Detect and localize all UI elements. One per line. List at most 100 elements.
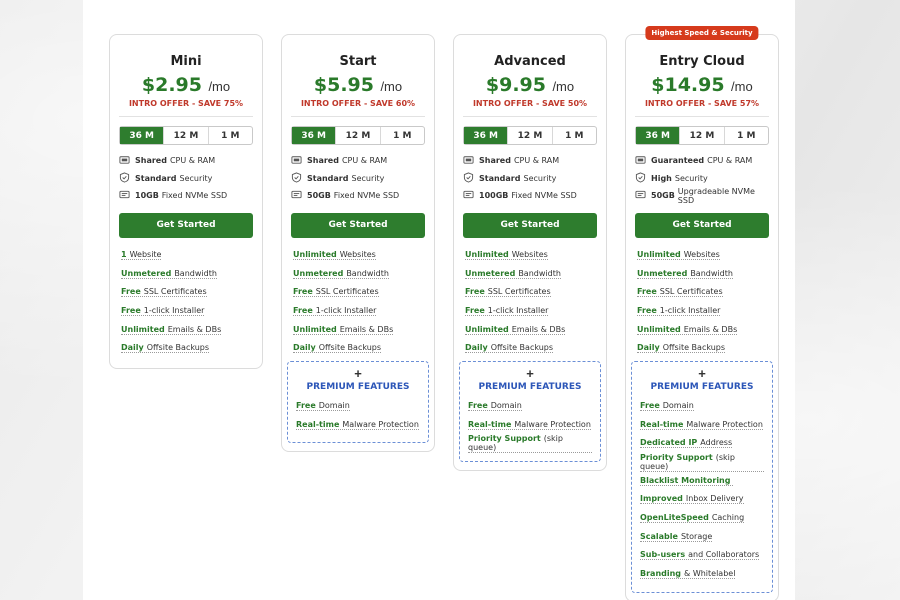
ssd-icon — [635, 189, 651, 202]
price-row: $5.95 /mo — [291, 74, 425, 96]
spec-text: CPU & RAM — [341, 156, 388, 166]
term-option-36m[interactable]: 36 M — [464, 127, 509, 144]
spec-text: Security — [523, 173, 557, 183]
term-option-1m[interactable]: 1 M — [553, 127, 596, 144]
term-option-1m[interactable]: 1 M — [209, 127, 252, 144]
premium-feature-item: OpenLiteSpeed Caching — [640, 509, 764, 528]
feature-list: Unlimited Websites Unmetered Bandwidth Fre… — [291, 246, 425, 358]
premium-features-box: + PREMIUM FEATURES Free Domain Real-time M… — [631, 360, 773, 593]
term-option-12m[interactable]: 12 M — [164, 127, 209, 144]
spec-item: 50GB Fixed NVMe SSD — [291, 187, 425, 205]
spec-list: Shared CPU & RAM Standard Security 50GB … — [291, 152, 425, 205]
feature-highlight: Free — [121, 305, 141, 315]
feature-item: Daily Offsite Backups — [121, 339, 253, 358]
term-selector[interactable]: 36 M 12 M1 M — [291, 126, 425, 145]
term-option-36m[interactable]: 36 M — [292, 127, 337, 144]
feature-highlight: Real-time — [296, 419, 340, 429]
feature-text: Malware Protection — [514, 419, 591, 429]
term-selector[interactable]: 36 M 12 M1 M — [635, 126, 769, 145]
get-started-button[interactable]: Get Started — [463, 212, 597, 238]
plan-price: $5.95 — [313, 74, 374, 96]
feature-list: 1 Website Unmetered Bandwidth Free SSL Cert… — [119, 246, 253, 358]
spec-list: Guaranteed CPU & RAM High Security 50GB … — [635, 152, 769, 205]
spec-item: 100GB Fixed NVMe SSD — [463, 187, 597, 205]
spec-highlight: High — [651, 173, 672, 183]
feature-text: Malware Protection — [686, 419, 763, 429]
feature-item: Unmetered Bandwidth — [293, 264, 425, 283]
feature-highlight: Free — [296, 400, 316, 410]
feature-text: Bandwidth — [346, 268, 389, 278]
get-started-button[interactable]: Get Started — [119, 212, 253, 238]
premium-feature-item: Improved Inbox Delivery — [640, 490, 764, 509]
feature-highlight: Unlimited — [121, 324, 165, 334]
premium-feature-item: Blacklist Monitoring — [640, 471, 764, 490]
feature-text: Storage — [680, 531, 713, 541]
feature-text: SSL Certificates — [487, 287, 551, 297]
plan-price: $2.95 — [141, 74, 202, 96]
intro-offer: INTRO OFFER - SAVE 50% — [472, 99, 588, 108]
term-option-1m[interactable]: 1 M — [725, 127, 768, 144]
price-period: /mo — [208, 79, 231, 94]
premium-feature-item: Free Domain — [640, 397, 764, 416]
spec-text: Fixed NVMe SSD — [161, 191, 228, 201]
feature-highlight: 1 — [121, 249, 127, 259]
spec-highlight: Shared — [307, 156, 339, 166]
plus-icon: + — [698, 365, 706, 381]
spec-highlight: 100GB — [479, 191, 509, 201]
plan-price: $9.95 — [485, 74, 546, 96]
term-selector[interactable]: 36 M 12 M1 M — [463, 126, 597, 145]
spec-item: Shared CPU & RAM — [291, 152, 425, 170]
shield-icon — [119, 172, 135, 185]
feature-text: Emails & DBs — [683, 324, 738, 334]
feature-highlight: Free — [637, 305, 657, 315]
term-option-12m[interactable]: 12 M — [680, 127, 725, 144]
shield-icon — [291, 172, 307, 185]
feature-highlight: Unlimited — [293, 324, 337, 334]
feature-text: Website — [129, 249, 162, 259]
spec-highlight: Standard — [307, 173, 349, 183]
get-started-button[interactable]: Get Started — [635, 212, 769, 238]
price-row: $2.95 /mo — [119, 74, 253, 96]
premium-feature-item: Real-time Malware Protection — [468, 415, 592, 434]
feature-text: Malware Protection — [342, 419, 419, 429]
premium-feature-item: Sub-users and Collaborators — [640, 546, 764, 565]
divider — [463, 116, 597, 117]
get-started-button[interactable]: Get Started — [291, 212, 425, 238]
term-option-36m[interactable]: 36 M — [636, 127, 681, 144]
ssd-icon — [291, 189, 307, 202]
term-option-12m[interactable]: 12 M — [336, 127, 381, 144]
feature-highlight: Free — [293, 287, 313, 297]
feature-highlight: Daily — [465, 343, 488, 353]
term-selector[interactable]: 36 M 12 M1 M — [119, 126, 253, 145]
spec-item: High Security — [635, 170, 769, 188]
intro-offer: INTRO OFFER - SAVE 60% — [300, 99, 416, 108]
premium-feature-item: Priority Support (skip queue) — [640, 453, 764, 472]
feature-text: Domain — [318, 400, 350, 410]
feature-text: SSL Certificates — [659, 287, 723, 297]
term-option-36m[interactable]: 36 M — [120, 127, 165, 144]
feature-highlight: Unmetered — [465, 268, 516, 278]
feature-item: 1 Website — [121, 246, 253, 265]
spec-text: Security — [179, 173, 213, 183]
ssd-icon — [463, 189, 479, 202]
spec-item: Standard Security — [291, 170, 425, 188]
spec-text: Security — [674, 173, 708, 183]
term-option-1m[interactable]: 1 M — [381, 127, 424, 144]
term-option-12m[interactable]: 12 M — [508, 127, 553, 144]
premium-features-box: + PREMIUM FEATURES Free Domain Real-time M… — [459, 360, 601, 462]
price-period: /mo — [731, 79, 753, 94]
plan-price: $14.95 — [651, 74, 725, 96]
feature-item: Unlimited Websites — [465, 246, 597, 265]
feature-item: Free SSL Certificates — [637, 283, 769, 302]
cpu-icon — [463, 154, 479, 167]
feature-item: Free 1-click Installer — [293, 302, 425, 321]
feature-item: Unlimited Websites — [637, 246, 769, 265]
spec-item: Shared CPU & RAM — [463, 152, 597, 170]
plan-name: Start — [339, 54, 377, 69]
feature-highlight: Unlimited — [465, 249, 509, 259]
spec-text: CPU & RAM — [513, 156, 560, 166]
price-period: /mo — [552, 79, 575, 94]
plan-card-start: Start $5.95 /mo INTRO OFFER - SAVE 60% 36… — [281, 34, 435, 452]
feature-text: SSL Certificates — [143, 287, 207, 297]
premium-feature-item: Branding & Whitelabel — [640, 565, 764, 584]
